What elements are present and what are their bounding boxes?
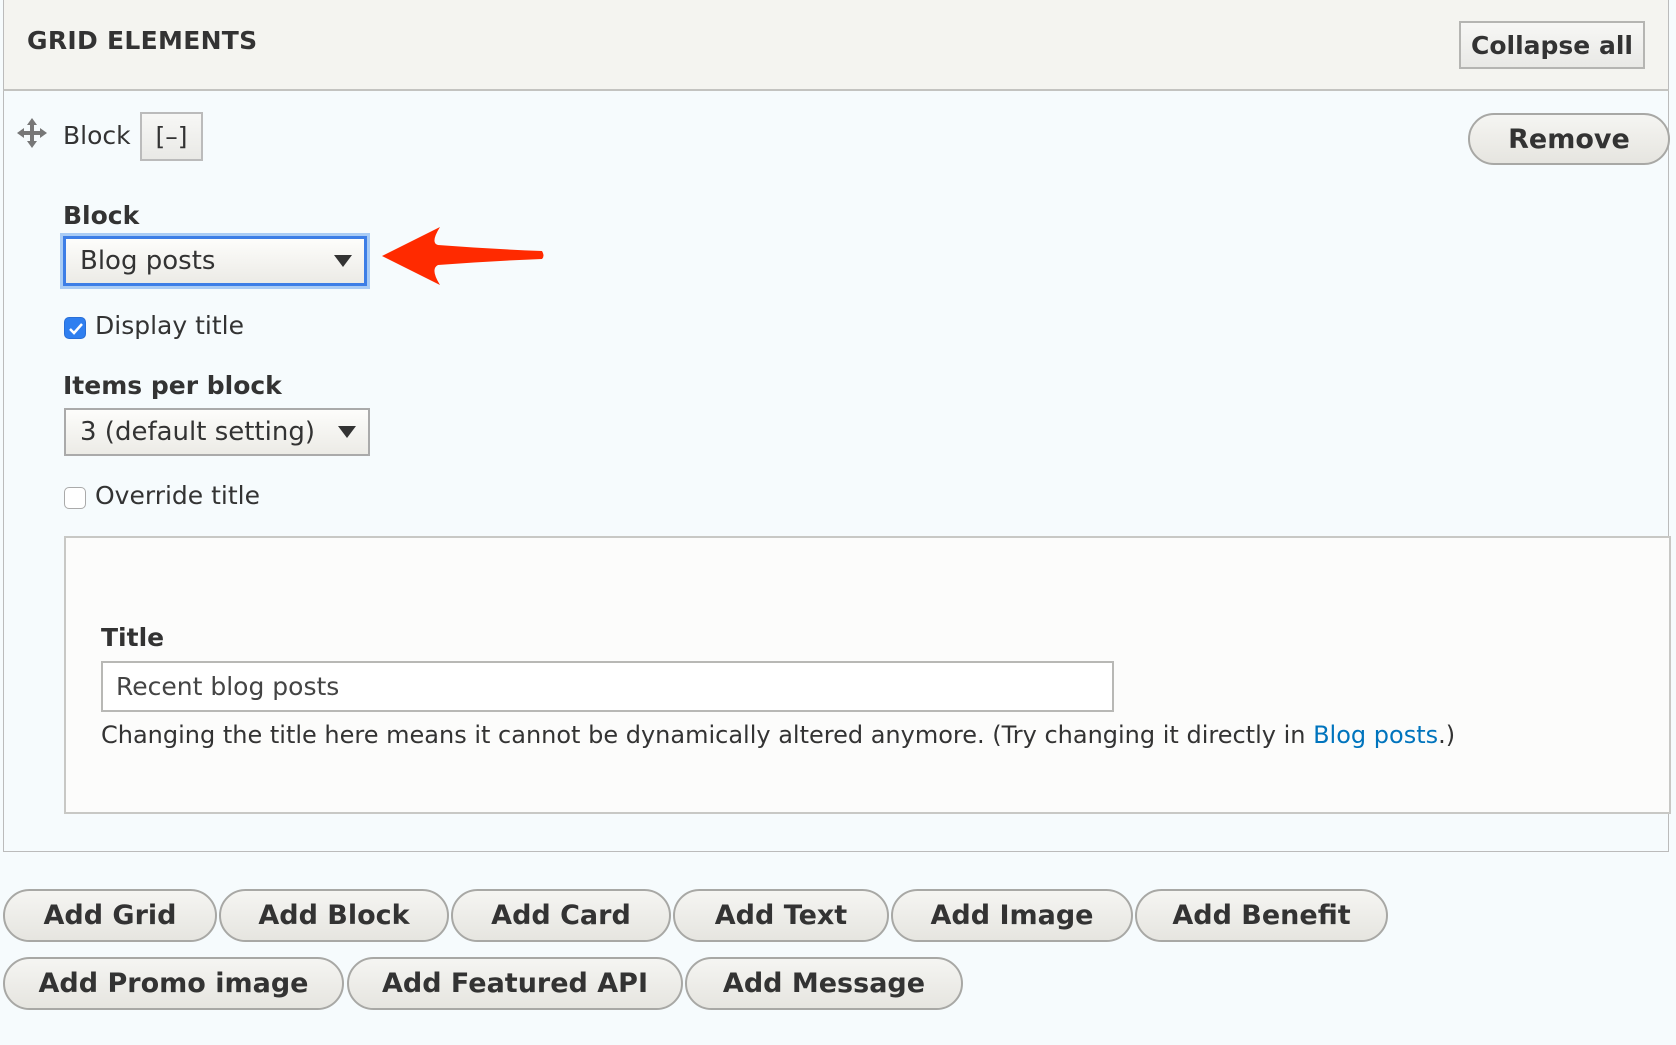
add-message-button[interactable]: Add Message (685, 957, 963, 1010)
title-description: Changing the title here means it cannot … (101, 721, 1455, 749)
panel-title: GRID ELEMENTS (27, 26, 258, 55)
collapse-item-toggle[interactable]: [–] (140, 112, 203, 161)
override-title-checkbox[interactable] (64, 487, 86, 509)
add-featured-api-button[interactable]: Add Featured API (347, 957, 683, 1010)
override-title-label: Override title (95, 481, 260, 510)
checkmark-icon (69, 323, 83, 335)
block-field-label: Block (63, 201, 140, 230)
collapse-all-button[interactable]: Collapse all (1459, 21, 1645, 69)
title-field-label: Title (101, 623, 165, 652)
dropdown-caret-icon (334, 255, 352, 267)
annotation-arrow-icon (380, 225, 545, 291)
items-per-block-select[interactable]: 3 (default setting) (64, 408, 370, 456)
description-text: Changing the title here means it cannot … (101, 721, 1314, 749)
display-title-checkbox[interactable] (64, 317, 86, 339)
remove-button[interactable]: Remove (1468, 113, 1670, 165)
add-text-button[interactable]: Add Text (673, 889, 889, 942)
dropdown-caret-icon (338, 426, 356, 438)
add-grid-button[interactable]: Add Grid (3, 889, 217, 942)
items-per-block-label: Items per block (63, 371, 282, 400)
block-select-value: Blog posts (80, 246, 216, 276)
add-image-button[interactable]: Add Image (891, 889, 1133, 942)
add-benefit-button[interactable]: Add Benefit (1135, 889, 1388, 942)
add-promo-image-button[interactable]: Add Promo image (3, 957, 344, 1010)
items-per-block-value: 3 (default setting) (80, 417, 315, 447)
display-title-label: Display title (95, 311, 244, 340)
description-text-end: .) (1438, 721, 1456, 749)
add-card-button[interactable]: Add Card (451, 889, 671, 942)
block-select[interactable]: Blog posts (63, 236, 367, 286)
item-type-label: Block (63, 121, 131, 150)
drag-handle-icon[interactable] (17, 118, 47, 148)
add-block-button[interactable]: Add Block (219, 889, 449, 942)
title-input[interactable]: Recent blog posts (101, 661, 1114, 712)
blog-posts-link[interactable]: Blog posts (1313, 721, 1438, 749)
